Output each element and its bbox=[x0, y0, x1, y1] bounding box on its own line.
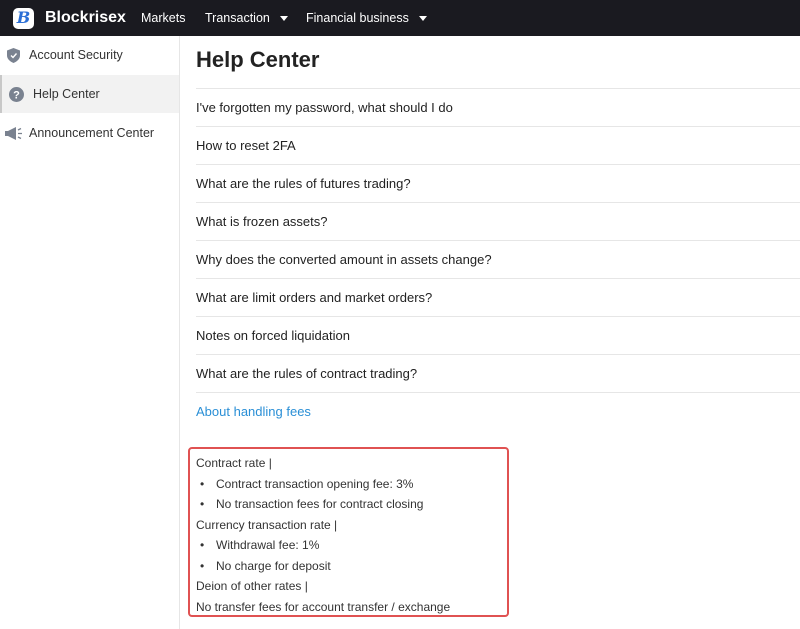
question-circle-icon: ? bbox=[9, 86, 24, 102]
sidebar-item-announcement-center[interactable]: Announcement Center bbox=[0, 114, 179, 152]
nav-transaction-dropdown[interactable]: Transaction bbox=[205, 11, 288, 25]
faq-item[interactable]: What are the rules of futures trading? bbox=[196, 164, 800, 202]
sidebar-item-label: Help Center bbox=[33, 87, 100, 101]
sidebar-item-help-center[interactable]: ? Help Center bbox=[0, 75, 179, 113]
faq-item[interactable]: I've forgotten my password, what should … bbox=[196, 88, 800, 126]
sidebar-item-label: Account Security bbox=[29, 48, 123, 62]
nav-financial-business-dropdown[interactable]: Financial business bbox=[306, 11, 427, 25]
nav-markets-label: Markets bbox=[141, 11, 186, 25]
faq-item[interactable]: Notes on forced liquidation bbox=[196, 316, 800, 354]
faq-item[interactable]: What is frozen assets? bbox=[196, 202, 800, 240]
brand-home-link[interactable]: B Blockrisex bbox=[13, 7, 126, 29]
fee-list-item: No charge for deposit bbox=[196, 556, 507, 577]
fee-details-panel: Contract rate | Contract transaction ope… bbox=[188, 447, 509, 617]
faq-item[interactable]: What are the rules of contract trading? bbox=[196, 354, 800, 392]
top-nav-bar: B Blockrisex Markets Transaction Financi… bbox=[0, 0, 800, 36]
fee-note: No transfer fees for account transfer / … bbox=[196, 599, 451, 614]
caret-down-icon bbox=[418, 15, 427, 21]
fee-list-item: Contract transaction opening fee: 3% bbox=[196, 474, 507, 495]
fee-section-heading: Contract rate | bbox=[196, 456, 272, 471]
fee-section-heading: Deion of other rates | bbox=[196, 579, 308, 594]
faq-item[interactable]: How to reset 2FA bbox=[196, 126, 800, 164]
caret-down-icon bbox=[279, 15, 288, 21]
sidebar: Account Security ? Help Center Announcem… bbox=[0, 36, 180, 629]
page-title: Help Center bbox=[196, 47, 320, 72]
nav-transaction-label: Transaction bbox=[205, 11, 270, 25]
megaphone-icon bbox=[5, 126, 23, 141]
fee-list-item: No transaction fees for contract closing bbox=[196, 494, 507, 515]
faq-item[interactable]: What are limit orders and market orders? bbox=[196, 278, 800, 316]
brand-name: Blockrisex bbox=[45, 9, 126, 26]
brand-logo-icon: B bbox=[13, 7, 34, 29]
fee-list-item: Withdrawal fee: 1% bbox=[196, 535, 507, 556]
nav-financial-business-label: Financial business bbox=[306, 11, 409, 25]
fee-section-heading: Currency transaction rate | bbox=[196, 517, 338, 532]
shield-icon bbox=[6, 47, 20, 63]
main-content: Help Center I've forgotten my password, … bbox=[180, 36, 800, 629]
svg-text:?: ? bbox=[13, 89, 20, 101]
faq-item[interactable]: Why does the converted amount in assets … bbox=[196, 240, 800, 278]
sidebar-item-account-security[interactable]: Account Security bbox=[0, 36, 179, 74]
faq-item-handling-fees[interactable]: About handling fees bbox=[196, 392, 800, 430]
nav-markets[interactable]: Markets bbox=[141, 11, 185, 25]
sidebar-item-label: Announcement Center bbox=[29, 126, 155, 140]
